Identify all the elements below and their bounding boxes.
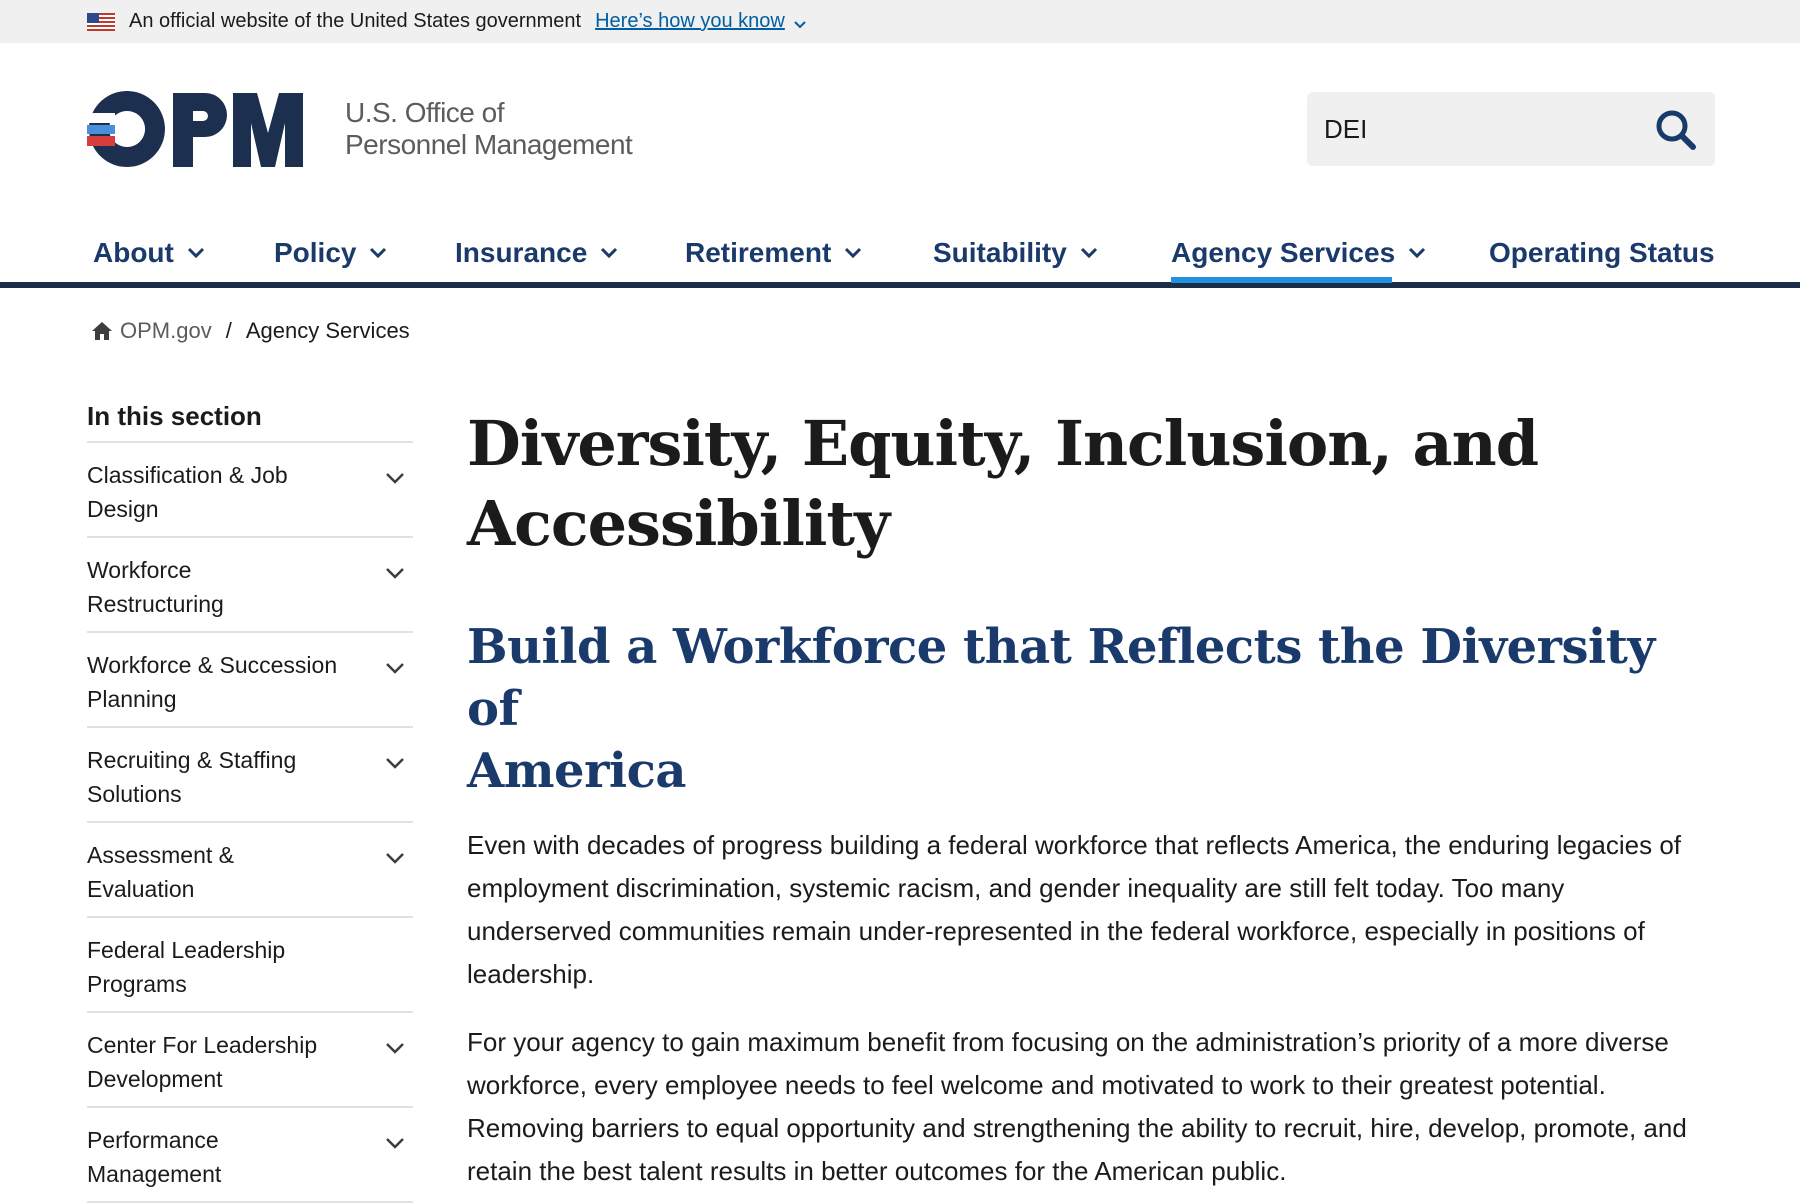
sidebar-item-label: Programs bbox=[87, 971, 187, 997]
sidebar-item-label: Federal Leadership bbox=[87, 937, 286, 963]
chevron-down-icon[interactable] bbox=[384, 851, 406, 865]
body-paragraph-2: For your agency to gain maximum benefit … bbox=[467, 1027, 1687, 1186]
chevron-down-icon[interactable] bbox=[384, 661, 406, 675]
chevron-down-icon bbox=[370, 247, 387, 259]
nav-item-operating-status[interactable]: Operating Status bbox=[1489, 228, 1715, 278]
opm-logo-mark bbox=[87, 91, 303, 167]
page-title-line2: Accessibility bbox=[467, 487, 890, 560]
sidebar-item-label: Workforce bbox=[87, 557, 192, 583]
chevron-down-icon[interactable] bbox=[384, 756, 406, 770]
sidebar-item-label: Recruiting & Staffing bbox=[87, 747, 297, 773]
sidebar-item-label: Development bbox=[87, 1066, 223, 1092]
chevron-down-icon bbox=[601, 247, 618, 259]
search-input[interactable] bbox=[1322, 99, 1642, 159]
sidebar-heading: In this section bbox=[87, 393, 413, 443]
sidebar-item-label: Performance bbox=[87, 1127, 219, 1153]
sidebar-item-recruiting-staffing[interactable]: Recruiting & Staffing Solutions bbox=[87, 728, 413, 823]
page-title-line1: Diversity, Equity, Inclusion, and bbox=[467, 407, 1539, 480]
nav-label: About bbox=[93, 237, 174, 268]
chevron-down-icon bbox=[187, 247, 204, 259]
chevron-down-icon bbox=[845, 247, 862, 259]
sidebar-item-label: Workforce & Succession bbox=[87, 652, 338, 678]
chevron-down-icon bbox=[1080, 247, 1097, 259]
sidebar-item-leadership-development[interactable]: Center For Leadership Development bbox=[87, 1013, 413, 1108]
main-content: Diversity, Equity, Inclusion, and Access… bbox=[467, 404, 1687, 1193]
nav-item-policy[interactable]: Policy bbox=[274, 228, 388, 278]
nav-label: Policy bbox=[274, 237, 357, 268]
sidebar-item-classification[interactable]: Classification & Job Design bbox=[87, 443, 413, 538]
chevron-down-icon[interactable] bbox=[384, 566, 406, 580]
section-sidebar: In this section Classification & Job Des… bbox=[87, 393, 413, 1203]
sidebar-item-label: Restructuring bbox=[87, 591, 224, 617]
sidebar-item-label: Design bbox=[87, 496, 159, 522]
sidebar-item-label: Solutions bbox=[87, 781, 182, 807]
page-title: Diversity, Equity, Inclusion, and Access… bbox=[467, 404, 1687, 564]
gov-banner: An official website of the United States… bbox=[0, 0, 1800, 43]
logo-subtitle-line2: Personnel Management bbox=[345, 129, 633, 160]
us-flag-icon bbox=[87, 12, 115, 31]
breadcrumb: OPM.gov / Agency Services bbox=[90, 318, 410, 344]
sidebar-item-label: Center For Leadership bbox=[87, 1032, 318, 1058]
search-box bbox=[1307, 92, 1715, 166]
sidebar-item-label: Management bbox=[87, 1161, 222, 1187]
nav-label: Agency Services bbox=[1171, 237, 1396, 268]
section-subheading: Build a Workforce that Reflects the Dive… bbox=[467, 616, 1687, 802]
chevron-down-icon[interactable] bbox=[384, 471, 406, 485]
breadcrumb-current: Agency Services bbox=[245, 318, 410, 343]
gov-banner-text: An official website of the United States… bbox=[129, 10, 582, 32]
breadcrumb-home-link[interactable]: OPM.gov bbox=[120, 318, 212, 344]
chevron-down-icon[interactable] bbox=[793, 15, 807, 29]
chevron-down-icon bbox=[1409, 247, 1426, 259]
nav-item-suitability[interactable]: Suitability bbox=[933, 228, 1099, 278]
sidebar-item-federal-leadership[interactable]: Federal Leadership Programs bbox=[87, 918, 413, 1013]
chevron-down-icon[interactable] bbox=[384, 1041, 406, 1055]
subheading-line1: Build a Workforce that Reflects the Dive… bbox=[467, 619, 1655, 737]
sidebar-item-assessment-evaluation[interactable]: Assessment & Evaluation bbox=[87, 823, 413, 918]
breadcrumb-separator: / bbox=[225, 318, 232, 343]
nav-item-retirement[interactable]: Retirement bbox=[685, 228, 863, 278]
nav-label: Insurance bbox=[455, 237, 588, 268]
home-icon bbox=[92, 322, 112, 340]
sidebar-item-performance-management[interactable]: Performance Management bbox=[87, 1108, 413, 1203]
nav-label: Operating Status bbox=[1489, 237, 1715, 268]
sidebar-item-label: Evaluation bbox=[87, 876, 195, 902]
nav-item-about[interactable]: About bbox=[93, 228, 206, 278]
nav-active-indicator bbox=[1171, 277, 1392, 283]
nav-item-agency-services[interactable]: Agency Services bbox=[1171, 228, 1427, 278]
subheading-line2: America bbox=[467, 743, 686, 799]
chevron-down-icon[interactable] bbox=[384, 1136, 406, 1150]
sidebar-item-succession-planning[interactable]: Workforce & Succession Planning bbox=[87, 633, 413, 728]
heres-how-you-know-link[interactable]: Here’s how you know bbox=[595, 10, 785, 33]
nav-label: Retirement bbox=[685, 237, 832, 268]
body-paragraph-1: Even with decades of progress building a… bbox=[467, 830, 1682, 989]
sidebar-item-label: Assessment & bbox=[87, 842, 234, 868]
search-icon[interactable] bbox=[1655, 109, 1697, 151]
sidebar-item-label: Classification & Job bbox=[87, 462, 288, 488]
sidebar-item-label: Planning bbox=[87, 686, 177, 712]
logo-subtitle-line1: U.S. Office of bbox=[345, 97, 505, 128]
opm-logo[interactable]: U.S. Office of Personnel Management bbox=[87, 89, 633, 169]
nav-label: Suitability bbox=[933, 237, 1067, 268]
nav-item-insurance[interactable]: Insurance bbox=[455, 228, 619, 278]
sidebar-item-workforce-restructuring[interactable]: Workforce Restructuring bbox=[87, 538, 413, 633]
main-nav: About Policy Insurance Retirement Suitab… bbox=[0, 218, 1800, 288]
logo-subtitle: U.S. Office of Personnel Management bbox=[345, 97, 633, 161]
